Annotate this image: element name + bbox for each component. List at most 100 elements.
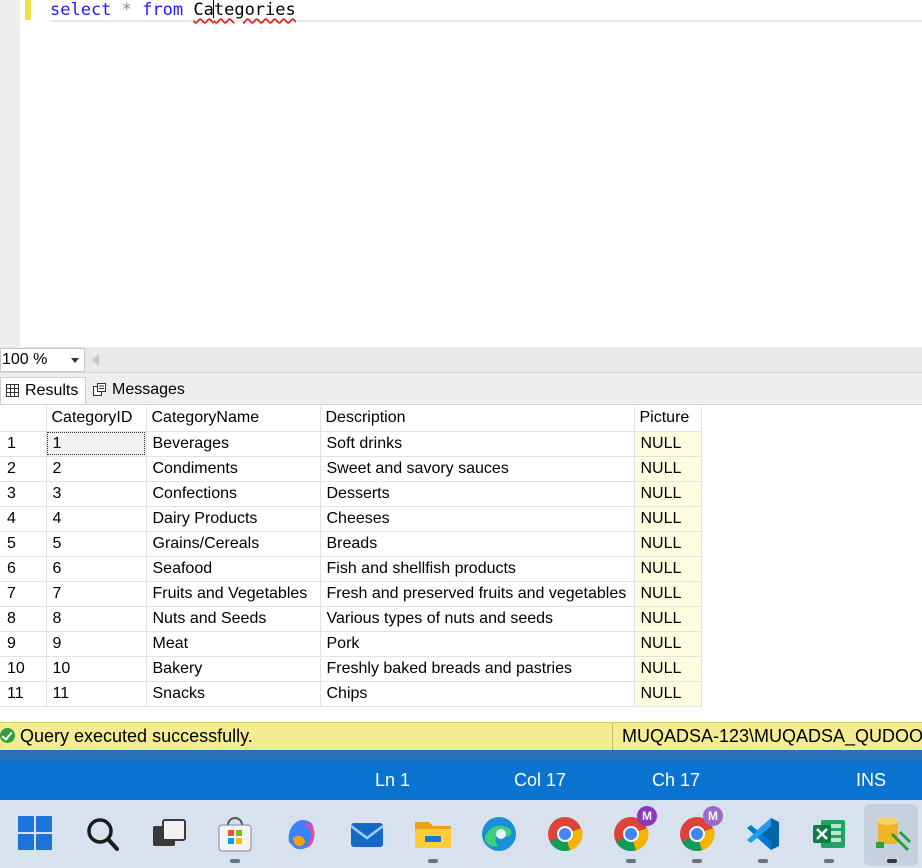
grid-cell[interactable]: Various types of nuts and seeds bbox=[320, 606, 635, 632]
grid-cell[interactable]: Pork bbox=[320, 631, 635, 657]
grid-cell[interactable]: 5 bbox=[46, 531, 147, 557]
chrome-icon[interactable] bbox=[543, 812, 587, 856]
grid-cell[interactable]: 9 bbox=[46, 631, 147, 657]
grid-cell[interactable]: Bakery bbox=[146, 656, 321, 682]
chrome-profile-icon[interactable]: M bbox=[675, 806, 723, 863]
edge-icon[interactable] bbox=[477, 812, 521, 856]
grid-cell[interactable]: Fish and shellfish products bbox=[320, 556, 635, 582]
row-number[interactable]: 3 bbox=[0, 481, 47, 507]
row-number[interactable]: 8 bbox=[0, 606, 47, 632]
messages-icon bbox=[93, 383, 106, 396]
grid-cell[interactable]: NULL bbox=[634, 606, 702, 632]
grid-cell[interactable]: Beverages bbox=[146, 431, 321, 457]
grid-cell[interactable]: Fruits and Vegetables bbox=[146, 581, 321, 607]
copilot-icon[interactable] bbox=[279, 812, 323, 856]
vscode-icon[interactable] bbox=[741, 812, 785, 863]
grid-cell[interactable]: NULL bbox=[634, 531, 702, 557]
table-row[interactable]: 7 7 Fruits and Vegetables Fresh and preserv… bbox=[0, 581, 702, 607]
column-header[interactable]: Description bbox=[320, 406, 635, 432]
table-row[interactable]: 11 11 Snacks Chips NULL bbox=[0, 681, 702, 707]
grid-cell[interactable]: Fresh and preserved fruits and vegetable… bbox=[320, 581, 635, 607]
grid-cell[interactable]: 6 bbox=[46, 556, 147, 582]
column-header[interactable]: CategoryID bbox=[46, 406, 147, 432]
grid-cell[interactable]: Desserts bbox=[320, 481, 635, 507]
row-number-header[interactable] bbox=[0, 406, 47, 432]
grid-cell[interactable]: NULL bbox=[634, 506, 702, 532]
mail-icon[interactable] bbox=[345, 812, 389, 856]
row-number[interactable]: 6 bbox=[0, 556, 47, 582]
grid-cell[interactable]: Breads bbox=[320, 531, 635, 557]
row-number[interactable]: 4 bbox=[0, 506, 47, 532]
grid-cell[interactable]: Grains/Cereals bbox=[146, 531, 321, 557]
table-row[interactable]: 2 2 Condiments Sweet and savory sauces NULL bbox=[0, 456, 702, 482]
grid-cell[interactable]: NULL bbox=[634, 581, 702, 607]
grid-cell[interactable]: Meat bbox=[146, 631, 321, 657]
table-row[interactable]: 3 3 Confections Desserts NULL bbox=[0, 481, 702, 507]
tab-messages[interactable]: Messages bbox=[88, 377, 188, 404]
line-indicator: Ln 1 bbox=[375, 770, 411, 790]
grid-cell[interactable]: Seafood bbox=[146, 556, 321, 582]
grid-cell[interactable]: 7 bbox=[46, 581, 147, 607]
table-row[interactable]: 1 1 Beverages Soft drinks NULL bbox=[0, 431, 702, 457]
grid-cell[interactable]: Confections bbox=[146, 481, 321, 507]
table-row[interactable]: 9 9 Meat Pork NULL bbox=[0, 631, 702, 657]
grid-cell[interactable]: Snacks bbox=[146, 681, 321, 707]
column-header[interactable]: CategoryName bbox=[146, 406, 321, 432]
star-operator: * bbox=[121, 0, 132, 20]
status-separator bbox=[0, 750, 922, 760]
chrome-profile-icon[interactable]: M bbox=[609, 806, 657, 863]
grid-cell[interactable]: Sweet and savory sauces bbox=[320, 456, 635, 482]
zoom-strip: 100 % bbox=[0, 347, 922, 373]
grid-cell[interactable]: 4 bbox=[46, 506, 147, 532]
grid-cell[interactable]: Nuts and Seeds bbox=[146, 606, 321, 632]
grid-cell[interactable]: NULL bbox=[634, 556, 702, 582]
grid-cell[interactable]: Dairy Products bbox=[146, 506, 321, 532]
column-header[interactable]: Picture bbox=[634, 406, 702, 432]
code-line-1[interactable]: select * from Categories bbox=[50, 0, 922, 22]
store-icon[interactable] bbox=[213, 812, 257, 863]
tab-results-label: Results bbox=[25, 382, 79, 399]
grid-cell[interactable]: 8 bbox=[46, 606, 147, 632]
table-row[interactable]: 6 6 Seafood Fish and shellfish products NULL bbox=[0, 556, 702, 582]
task-view-icon[interactable] bbox=[147, 812, 191, 856]
file-explorer-icon[interactable] bbox=[411, 812, 455, 863]
table-row[interactable]: 5 5 Grains/Cereals Breads NULL bbox=[0, 531, 702, 557]
row-number[interactable]: 1 bbox=[0, 431, 47, 457]
row-number[interactable]: 7 bbox=[0, 581, 47, 607]
search-icon[interactable] bbox=[81, 812, 125, 856]
grid-cell[interactable]: 3 bbox=[46, 481, 147, 507]
row-number[interactable]: 10 bbox=[0, 656, 47, 682]
row-number[interactable]: 9 bbox=[0, 631, 47, 657]
grid-cell[interactable]: NULL bbox=[634, 431, 702, 457]
grid-cell[interactable]: NULL bbox=[634, 681, 702, 707]
table-row[interactable]: 10 10 Bakery Freshly baked breads and pastr… bbox=[0, 656, 702, 682]
excel-icon[interactable] bbox=[807, 812, 851, 863]
grid-cell[interactable]: NULL bbox=[634, 656, 702, 682]
table-row[interactable]: 8 8 Nuts and Seeds Various types of nuts an… bbox=[0, 606, 702, 632]
zoom-select[interactable]: 100 % bbox=[0, 348, 85, 372]
grid-cell[interactable]: NULL bbox=[634, 481, 702, 507]
row-number[interactable]: 2 bbox=[0, 456, 47, 482]
grid-cell[interactable]: 1 bbox=[46, 431, 147, 457]
grid-cell[interactable]: NULL bbox=[634, 631, 702, 657]
running-indicator bbox=[887, 859, 897, 863]
start-icon[interactable] bbox=[16, 812, 60, 856]
tab-results[interactable]: Results bbox=[0, 377, 86, 404]
query-editor[interactable]: select * from Categories bbox=[0, 0, 922, 347]
grid-cell[interactable]: Soft drinks bbox=[320, 431, 635, 457]
ssms-icon[interactable] bbox=[870, 812, 914, 863]
grid-cell[interactable]: Chips bbox=[320, 681, 635, 707]
scroll-left-icon[interactable] bbox=[92, 354, 99, 366]
grid-cell[interactable]: 11 bbox=[46, 681, 147, 707]
grid-cell[interactable]: Freshly baked breads and pastries bbox=[320, 656, 635, 682]
grid-cell[interactable]: 10 bbox=[46, 656, 147, 682]
grid-cell[interactable]: Condiments bbox=[146, 456, 321, 482]
row-number[interactable]: 5 bbox=[0, 531, 47, 557]
row-number[interactable]: 11 bbox=[0, 681, 47, 707]
grid-cell[interactable]: Cheeses bbox=[320, 506, 635, 532]
grid-cell[interactable]: NULL bbox=[634, 456, 702, 482]
grid-cell[interactable]: 2 bbox=[46, 456, 147, 482]
chevron-down-icon[interactable] bbox=[71, 358, 79, 363]
results-grid[interactable]: CategoryID CategoryName Description Pict… bbox=[0, 406, 922, 715]
table-row[interactable]: 4 4 Dairy Products Cheeses NULL bbox=[0, 506, 702, 532]
